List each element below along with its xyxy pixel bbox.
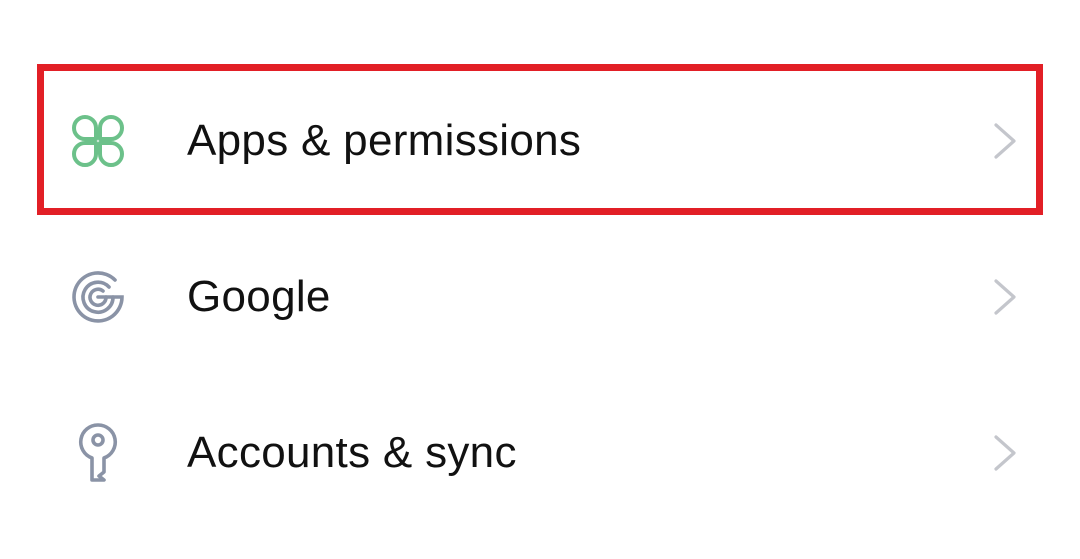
chevron-right-icon: [990, 433, 1020, 473]
settings-list: Apps & permissions Google Accounts & syn…: [0, 0, 1080, 559]
chevron-right-icon: [990, 121, 1020, 161]
apps-grid-icon: [68, 111, 128, 171]
chevron-right-icon: [990, 277, 1020, 317]
settings-item-accounts-sync[interactable]: Accounts & sync: [0, 383, 1080, 523]
settings-item-google[interactable]: Google: [0, 227, 1080, 367]
settings-item-label: Accounts & sync: [187, 428, 517, 477]
key-icon: [68, 423, 128, 483]
google-g-icon: [68, 267, 128, 327]
settings-item-label: Google: [187, 272, 331, 321]
settings-item-label: Apps & permissions: [187, 116, 582, 165]
settings-item-apps-permissions[interactable]: Apps & permissions: [0, 71, 1080, 211]
